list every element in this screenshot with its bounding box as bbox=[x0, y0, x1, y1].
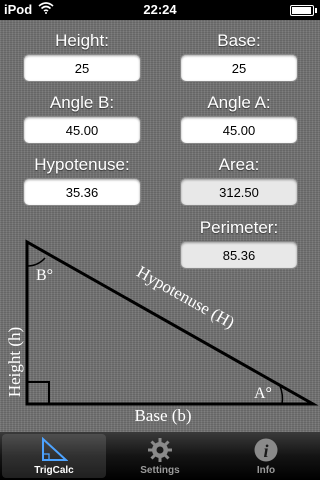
base-label: Base: bbox=[217, 31, 261, 50]
trigcalc-view: Height: 25 Base: 25 Angle B: 45.00 Angle… bbox=[0, 20, 320, 432]
perimeter-label: Perimeter: bbox=[199, 218, 279, 237]
angle-b-arc bbox=[26, 257, 46, 267]
tab-settings-label: Settings bbox=[140, 465, 180, 476]
info-icon: i bbox=[252, 437, 280, 463]
base-field[interactable]: 25 bbox=[180, 54, 298, 82]
triangle-icon bbox=[40, 436, 69, 463]
right-angle-marker bbox=[26, 381, 50, 405]
triangle-shape bbox=[25, 239, 319, 406]
status-bar: iPod 22:24 bbox=[0, 0, 320, 20]
area-label: Area: bbox=[218, 155, 260, 174]
hypotenuse-side-text: Hypotenuse (H) bbox=[134, 262, 238, 332]
angle-a-field[interactable]: 45.00 bbox=[180, 116, 298, 144]
angle-a-label: Angle A: bbox=[207, 93, 271, 112]
angle-b-text: B° bbox=[36, 267, 53, 284]
tab-trigcalc-label: TrigCalc bbox=[34, 465, 74, 476]
angle-b-field[interactable]: 45.00 bbox=[23, 116, 141, 144]
tab-settings[interactable]: Settings bbox=[108, 434, 212, 478]
gear-icon bbox=[146, 437, 174, 463]
tab-bar: TrigCalc Settings i Info bbox=[0, 432, 320, 480]
tab-trigcalc[interactable]: TrigCalc bbox=[2, 434, 106, 478]
hypotenuse-field[interactable]: 35.36 bbox=[23, 178, 141, 206]
hypotenuse-label: Hypotenuse: bbox=[34, 155, 130, 174]
area-field: 312.50 bbox=[180, 178, 298, 206]
svg-text:i: i bbox=[263, 441, 268, 461]
height-side-text: Height (h) bbox=[5, 327, 24, 397]
clock: 22:24 bbox=[143, 2, 177, 17]
height-field[interactable]: 25 bbox=[23, 54, 141, 82]
angle-a-arc bbox=[279, 385, 284, 405]
battery-icon bbox=[290, 5, 317, 16]
tab-info[interactable]: i Info bbox=[214, 434, 318, 478]
angle-a-text: A° bbox=[254, 385, 272, 402]
angle-b-label: Angle B: bbox=[49, 93, 115, 112]
base-side-text: Base (b) bbox=[134, 406, 191, 425]
height-label: Height: bbox=[55, 31, 109, 50]
tab-info-label: Info bbox=[256, 465, 276, 476]
triangle-diagram: B° A° Height (h) Base (b) Hypotenuse (H) bbox=[5, 239, 319, 425]
